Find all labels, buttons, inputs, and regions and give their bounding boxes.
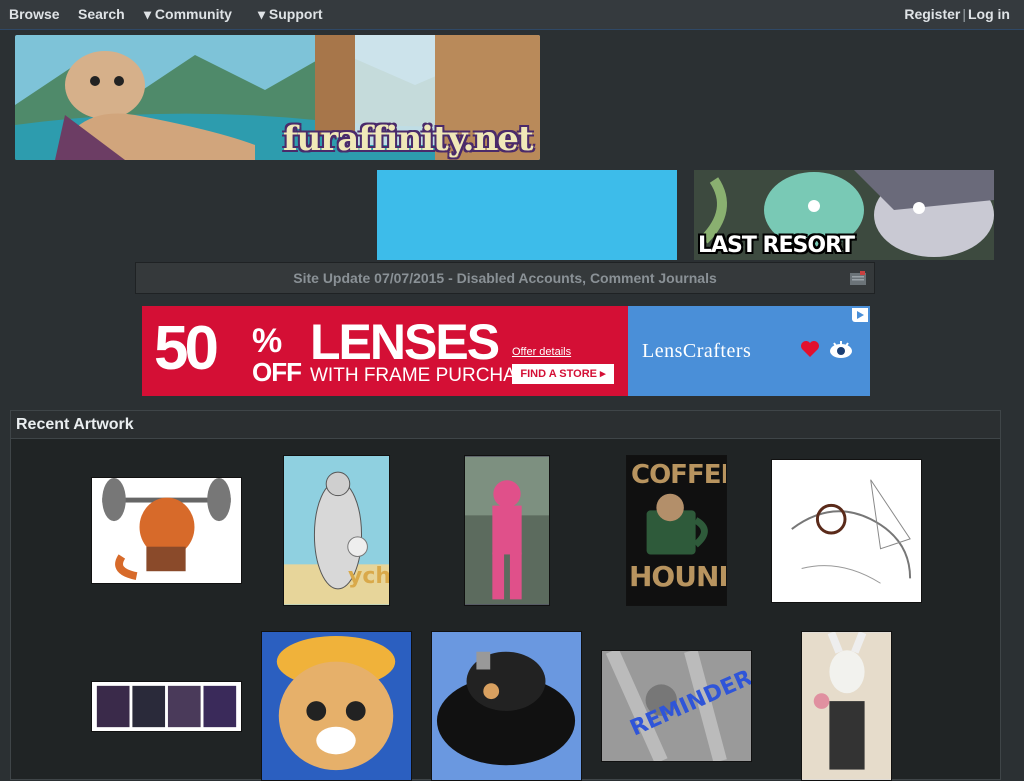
- journal-icon: [850, 271, 866, 285]
- bunny-artwork: [802, 632, 891, 780]
- artwork-thumbnail[interactable]: COFFEE HOUND: [626, 455, 727, 606]
- register-link[interactable]: Register: [904, 6, 960, 22]
- lens-ad-offer-details-link[interactable]: Offer details: [512, 346, 571, 358]
- nav-support-menu[interactable]: ▾ Support: [258, 6, 323, 23]
- artwork-thumbnail[interactable]: ych: [283, 455, 390, 606]
- account-links: Register | Log in: [904, 6, 1010, 22]
- adchoices-icon[interactable]: [852, 308, 868, 322]
- lens-ad-fifty: 50: [154, 314, 219, 383]
- site-banner[interactable]: furaffinity.net: [15, 35, 540, 160]
- artwork-thumbnail[interactable]: [801, 631, 892, 781]
- artwork-thumbnail[interactable]: [91, 477, 242, 584]
- find-a-store-button[interactable]: FIND A STORE ▸: [512, 364, 614, 384]
- artwork-thumbnail[interactable]: [431, 631, 582, 781]
- lens-ad-off: OFF: [252, 357, 302, 387]
- site-update-link[interactable]: Site Update 07/07/2015 - Disabled Accoun…: [293, 270, 717, 286]
- lens-ad-brand-panel: LensCrafters: [628, 306, 870, 396]
- nav-search-link[interactable]: Search: [78, 6, 125, 22]
- nav-browse-link[interactable]: Browse: [9, 6, 60, 22]
- comic-strip-artwork: [93, 682, 240, 731]
- weightlifter-artwork: [92, 478, 241, 583]
- artwork-thumbnail[interactable]: [261, 631, 412, 781]
- artwork-thumbnail[interactable]: [464, 455, 550, 606]
- site-logo-text: furaffinity.net: [283, 119, 534, 159]
- artwork-thumbnail[interactable]: [771, 459, 922, 603]
- nav-community-menu[interactable]: ▾ Community: [144, 6, 232, 23]
- nav-separator: |: [962, 6, 966, 22]
- heart-icon: [801, 341, 819, 357]
- last-resort-logo-text: LAST RESORT: [698, 233, 855, 258]
- red-panda-artwork: [262, 632, 411, 780]
- lenscrafters-brand-text: LensCrafters: [642, 340, 752, 362]
- hound-label: HOUND: [629, 560, 726, 593]
- lenscrafters-advertisement[interactable]: 50 % OFF LENSES WITH FRAME PURCHASE Offe…: [142, 306, 870, 396]
- artwork-thumbnail[interactable]: [91, 681, 242, 732]
- coffee-label: COFFEE: [631, 460, 727, 490]
- ych-label: ych: [348, 564, 390, 589]
- eye-icon: [830, 341, 852, 358]
- lens-ad-headline: LENSES: [310, 314, 500, 370]
- lens-ad-percent: %: [252, 322, 283, 360]
- login-link[interactable]: Log in: [968, 6, 1010, 22]
- top-navigation: Browse Search ▾ Community ▾ Support Regi…: [0, 0, 1024, 30]
- recent-artwork-heading: Recent Artwork: [11, 411, 1000, 439]
- dragon-sketch-artwork: [772, 460, 921, 602]
- advertisement-last-resort[interactable]: LAST RESORT: [694, 170, 994, 260]
- lens-ad-subline: WITH FRAME PURCHASE: [310, 365, 542, 386]
- artwork-thumbnail[interactable]: REMINDER: [601, 650, 752, 762]
- pink-panther-fursuit-photo: [465, 456, 549, 605]
- lens-ad-promo-panel: 50 % OFF LENSES WITH FRAME PURCHASE Offe…: [142, 306, 628, 396]
- advertisement-blue[interactable]: [377, 170, 677, 260]
- recent-artwork-section: Recent Artwork ych COFFEE HOUN REMINDER: [10, 410, 1001, 781]
- site-update-banner[interactable]: Site Update 07/07/2015 - Disabled Accoun…: [135, 262, 875, 294]
- blob-cat-artwork: [432, 632, 581, 780]
